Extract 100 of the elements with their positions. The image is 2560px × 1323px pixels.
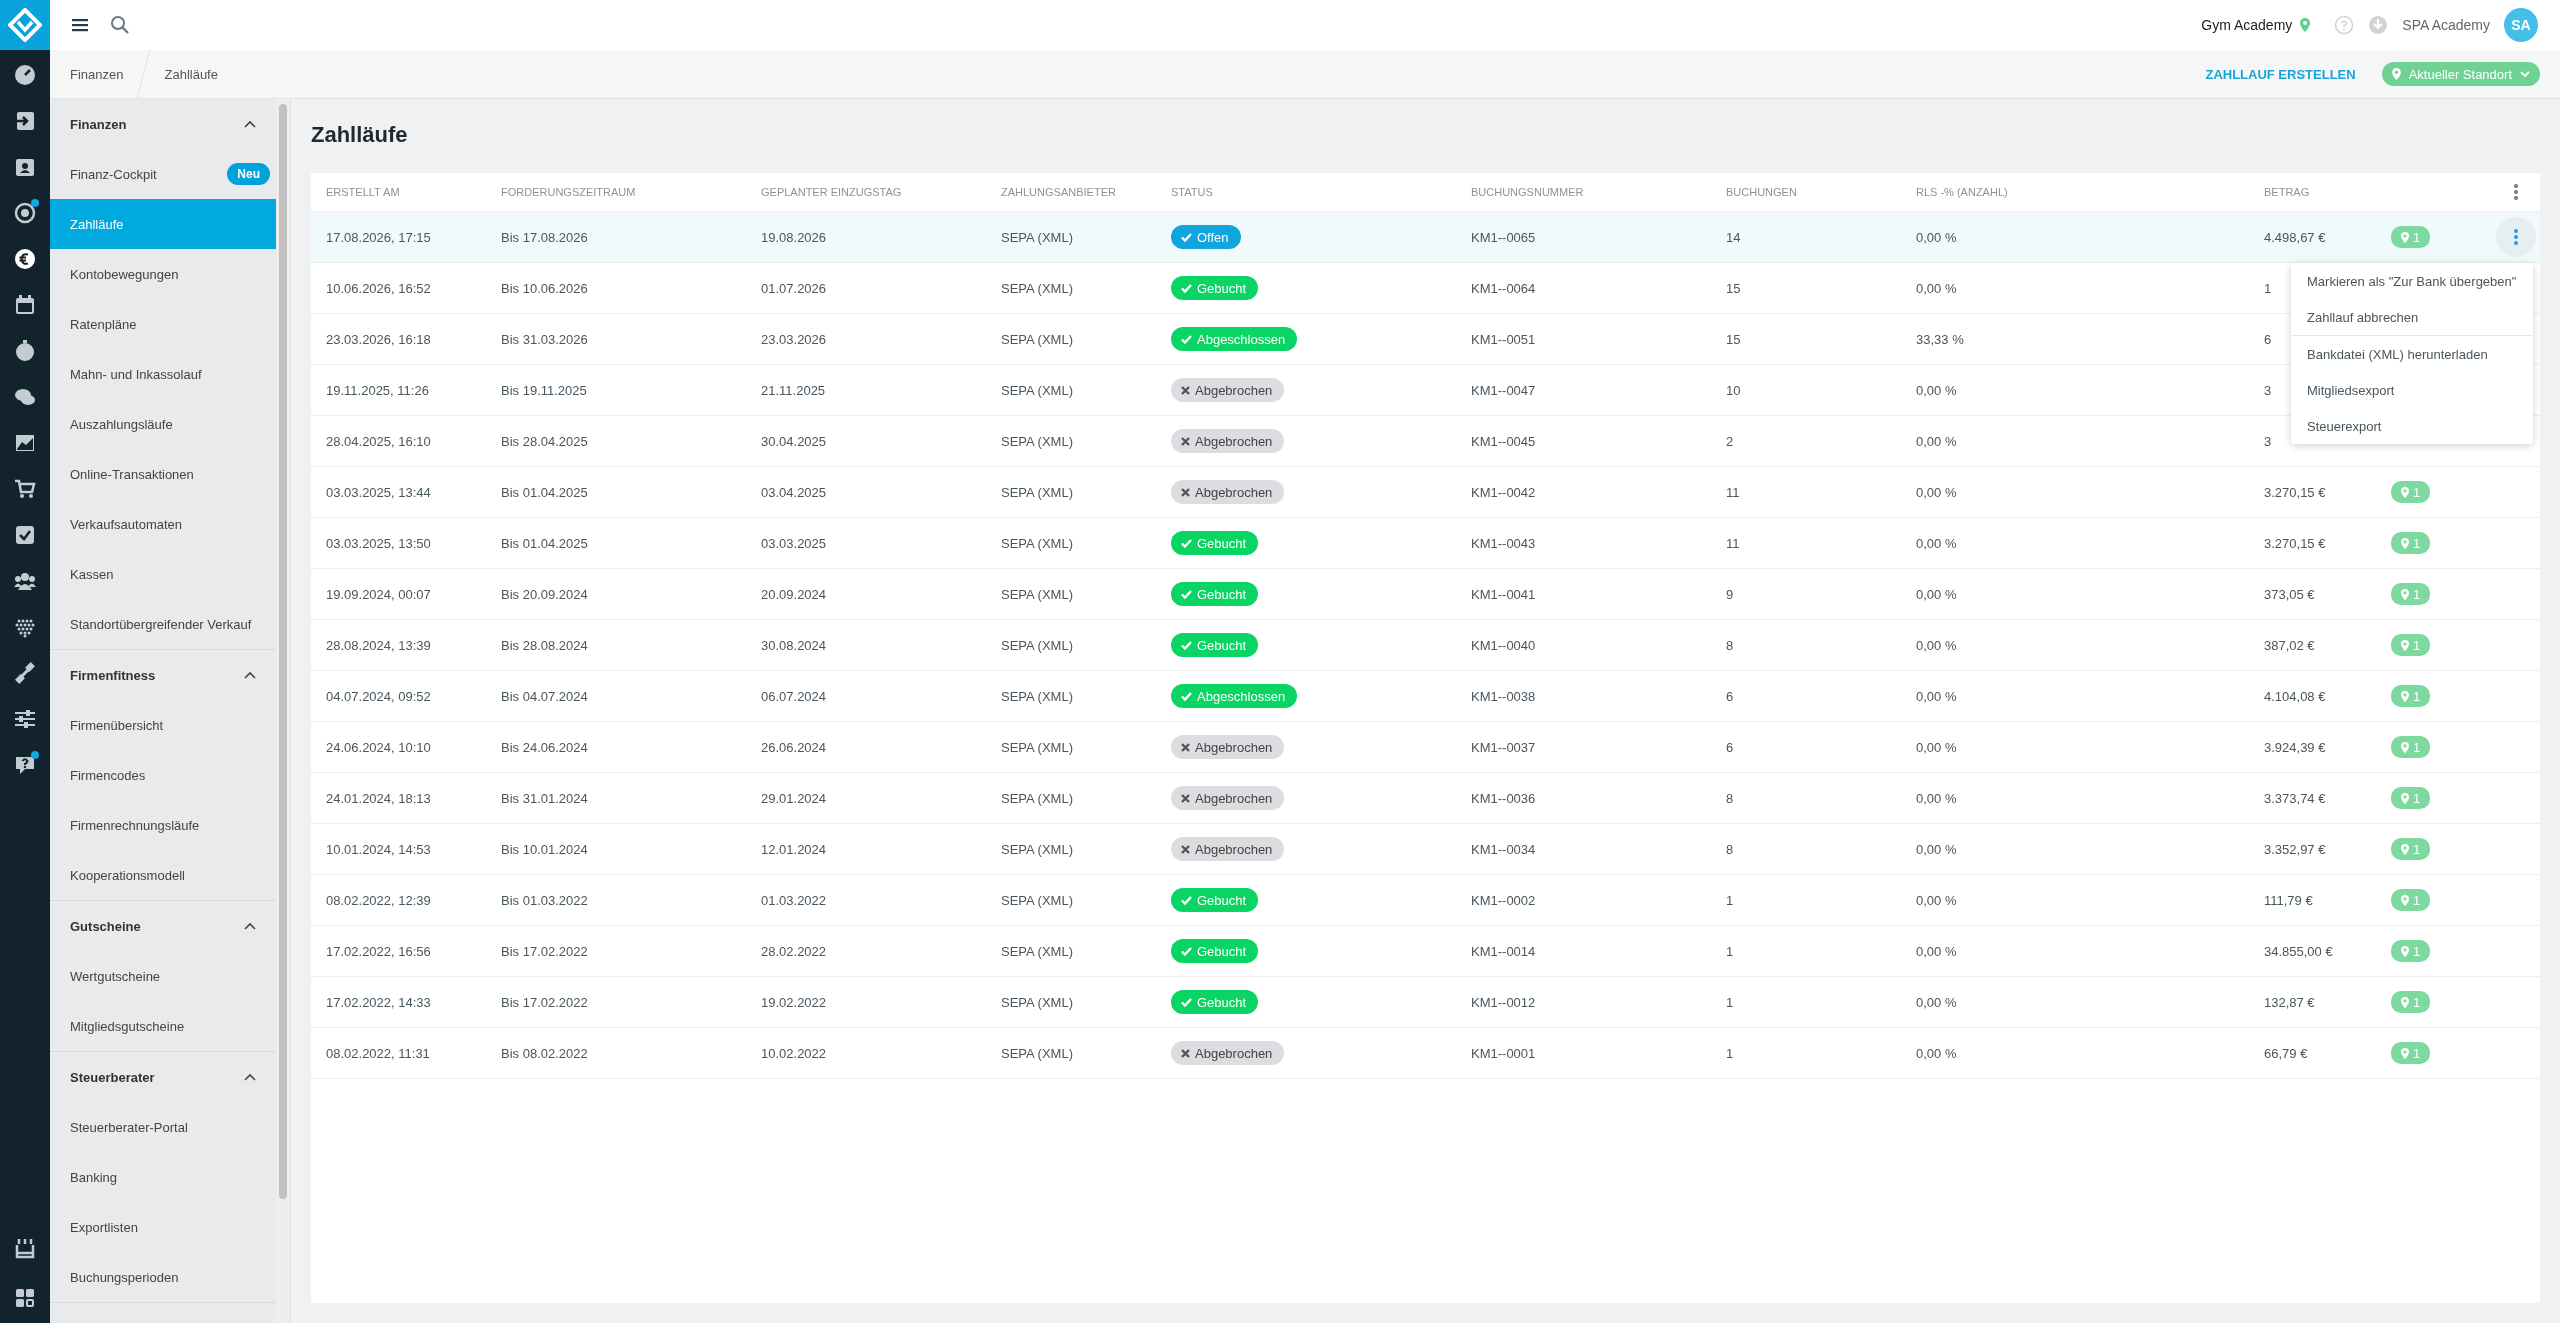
table-cell: Bis 17.02.2022 <box>501 994 588 1010</box>
table-cell: 1 <box>1726 994 1734 1010</box>
table-cell: 3.270,15 € <box>2264 484 2326 500</box>
table-cell: 3 <box>2264 433 2272 449</box>
grid-icon[interactable] <box>14 1287 36 1309</box>
table-row[interactable]: 24.01.2024, 18:13 Bis 31.01.2024 29.01.2024 SEPA (XML) Abgebrochen KM1--0036 8 0,00 % 3.373,74 € 1 <box>311 773 2540 824</box>
location-count-badge: 1 <box>2391 838 2431 860</box>
chart-icon[interactable] <box>14 432 36 454</box>
breadcrumb-link[interactable]: Zahlläufe <box>144 66 238 82</box>
table-row[interactable]: 08.02.2022, 11:31 Bis 08.02.2022 10.02.2022 SEPA (XML) Abgebrochen KM1--0001 1 0,00 % 66,79 € 1 <box>311 1028 2540 1079</box>
more-icon[interactable] <box>2513 183 2519 201</box>
table-cell: KM1--0040 <box>1471 637 1536 653</box>
table-cell: 1 <box>2264 280 2272 296</box>
section-header[interactable]: Steuerberater <box>50 1052 276 1102</box>
table-cell: SEPA (XML) <box>1001 892 1073 908</box>
column-header: GEPLANTER EINZUGSTAG <box>761 186 903 198</box>
menu-item[interactable]: Mitgliedsexport <box>2291 372 2533 408</box>
page-title: Zahlläufe <box>311 121 409 149</box>
sidebar-item[interactable]: Standortübergreifender Verkauf <box>50 599 276 649</box>
chat-icon[interactable] <box>14 386 36 408</box>
table-row[interactable]: 28.08.2024, 13:39 Bis 28.08.2024 30.08.2024 SEPA (XML) Gebucht KM1--0040 8 0,00 % 387,02 € 1 <box>311 620 2540 671</box>
table-cell: SEPA (XML) <box>1001 994 1073 1010</box>
section-header[interactable]: Gutscheine <box>50 901 276 951</box>
chevron-up-icon <box>244 1073 256 1081</box>
table-row[interactable]: 19.09.2024, 00:07 Bis 20.09.2024 20.09.2024 SEPA (XML) Gebucht KM1--0041 9 0,00 % 373,05 € 1 <box>311 569 2540 620</box>
sign-in-icon[interactable] <box>14 110 36 132</box>
table-cell: 10 <box>1726 382 1741 398</box>
table-cell: Bis 17.08.2026 <box>501 229 588 245</box>
sidebar-item[interactable]: Ratenpläne <box>50 299 276 349</box>
sidebar-item[interactable]: Wertgutscheine <box>50 951 276 1001</box>
sidebar-item[interactable]: Auszahlungsläufe <box>50 399 276 449</box>
sidebar-item[interactable]: Kooperationsmodell <box>50 850 276 900</box>
sidebar-item[interactable]: Buchungsperioden <box>50 1252 276 1302</box>
table-cell: 20.09.2024 <box>761 586 827 602</box>
table-cell: 17.02.2022, 14:33 <box>326 994 431 1010</box>
store-icon[interactable] <box>14 1237 36 1259</box>
account-name[interactable]: SPA Academy <box>2402 17 2490 33</box>
sidebar-item[interactable]: Verkaufsautomaten <box>50 499 276 549</box>
sidebar-item[interactable]: Steuerberater-Portal <box>50 1102 276 1152</box>
contact-icon[interactable] <box>14 156 36 178</box>
status-badge: Abgebrochen <box>1171 429 1285 453</box>
table-row[interactable]: 04.07.2024, 09:52 Bis 04.07.2024 06.07.2024 SEPA (XML) Abgeschlossen KM1--0038 6 0,00 % 4.104,08 € 1 <box>311 671 2540 722</box>
help-icon[interactable] <box>14 754 36 776</box>
table-cell: Bis 31.03.2026 <box>501 331 588 347</box>
users-icon[interactable] <box>14 570 36 592</box>
table-row[interactable]: 24.06.2024, 10:10 Bis 24.06.2024 26.06.2024 SEPA (XML) Abgebrochen KM1--0037 6 0,00 % 3.924,39 € 1 <box>311 722 2540 773</box>
table-row[interactable]: 03.03.2025, 13:50 Bis 01.04.2025 03.03.2025 SEPA (XML) Gebucht KM1--0043 11 0,00 % 3.270,15 € 1 <box>311 518 2540 569</box>
new-badge: Neu <box>227 163 270 185</box>
section-header[interactable]: Firmenfitness <box>50 650 276 700</box>
scrollbar-thumb[interactable] <box>279 104 287 1199</box>
table-cell: Bis 24.06.2024 <box>501 739 588 755</box>
table-cell: 0,00 % <box>1916 535 1957 551</box>
table-cell: SEPA (XML) <box>1001 688 1073 704</box>
target-icon[interactable] <box>14 202 36 224</box>
table-cell: 03.04.2025 <box>761 484 827 500</box>
table-row[interactable]: 17.02.2022, 16:56 Bis 17.02.2022 28.02.2022 SEPA (XML) Gebucht KM1--0014 1 0,00 % 34.855,00 € 1 <box>311 926 2540 977</box>
table-cell: KM1--0051 <box>1471 331 1536 347</box>
sidebar-item[interactable]: Mitgliedsgutscheine <box>50 1001 276 1051</box>
cart-icon[interactable] <box>14 478 36 500</box>
sidebar-item[interactable]: Kontobewegungen <box>50 249 276 299</box>
sidebar-item[interactable]: Online-Transaktionen <box>50 449 276 499</box>
studio-name[interactable]: Gym Academy <box>2201 17 2293 33</box>
euro-icon[interactable] <box>14 248 36 270</box>
check-icon[interactable] <box>14 524 36 546</box>
section-header[interactable]: Finanzen <box>50 99 276 149</box>
table-cell: 08.02.2022, 12:39 <box>326 892 431 908</box>
table-cell: KM1--0037 <box>1471 739 1536 755</box>
sidebar-item[interactable]: Firmenrechnungsläufe <box>50 800 276 850</box>
table-row[interactable]: 17.02.2022, 14:33 Bis 17.02.2022 19.02.2022 SEPA (XML) Gebucht KM1--0012 1 0,00 % 132,87 € 1 <box>311 977 2540 1028</box>
menu-item[interactable]: Markieren als "Zur Bank übergeben" <box>2291 263 2533 299</box>
sidebar-item[interactable]: Banking <box>50 1152 276 1202</box>
table-cell: 11 <box>1726 484 1740 500</box>
table-cell: KM1--0043 <box>1471 535 1536 551</box>
sidebar-item[interactable]: Firmencodes <box>50 750 276 800</box>
sidebar-item[interactable]: Firmenübersicht <box>50 700 276 750</box>
sidebar-item[interactable]: Exportlisten <box>50 1202 276 1252</box>
dumbbell-icon[interactable] <box>14 662 36 684</box>
table-cell: 0,00 % <box>1916 382 1957 398</box>
table-cell: SEPA (XML) <box>1001 790 1073 806</box>
gauge-icon[interactable] <box>14 64 36 86</box>
table-row[interactable]: 03.03.2025, 13:44 Bis 01.04.2025 03.04.2025 SEPA (XML) Abgebrochen KM1--0042 11 0,00 % 3.270,15 € 1 <box>311 467 2540 518</box>
table-row[interactable]: 08.02.2022, 12:39 Bis 01.03.2022 01.03.2022 SEPA (XML) Gebucht KM1--0002 1 0,00 % 111,79 € 1 <box>311 875 2540 926</box>
table-cell: 14 <box>1726 229 1741 245</box>
status-badge: Gebucht <box>1171 939 1259 963</box>
sidebar-item[interactable]: Kassen <box>50 549 276 599</box>
breadcrumb-link[interactable]: Finanzen <box>50 66 144 82</box>
table-cell: SEPA (XML) <box>1001 484 1073 500</box>
sidebar-item[interactable]: Finanz-Cockpit Neu <box>50 149 276 199</box>
status-badge: Gebucht <box>1171 633 1259 657</box>
table-row[interactable]: 10.01.2024, 14:53 Bis 10.01.2024 12.01.2024 SEPA (XML) Abgebrochen KM1--0034 8 0,00 % 3.352,97 € 1 <box>311 824 2540 875</box>
sliders-icon[interactable] <box>14 708 36 730</box>
table-cell: 1 <box>1726 943 1734 959</box>
table-cell: SEPA (XML) <box>1001 739 1073 755</box>
stopwatch-icon[interactable] <box>14 340 36 362</box>
column-header: RLS -% (ANZAHL) <box>1916 186 2009 198</box>
calendar-icon[interactable] <box>14 294 36 316</box>
more-icon <box>2513 228 2519 246</box>
chevron-up-icon <box>244 120 256 128</box>
table-cell: Bis 10.01.2024 <box>501 841 588 857</box>
sidebar-item[interactable]: Mahn- und Inkassolauf <box>50 349 276 399</box>
